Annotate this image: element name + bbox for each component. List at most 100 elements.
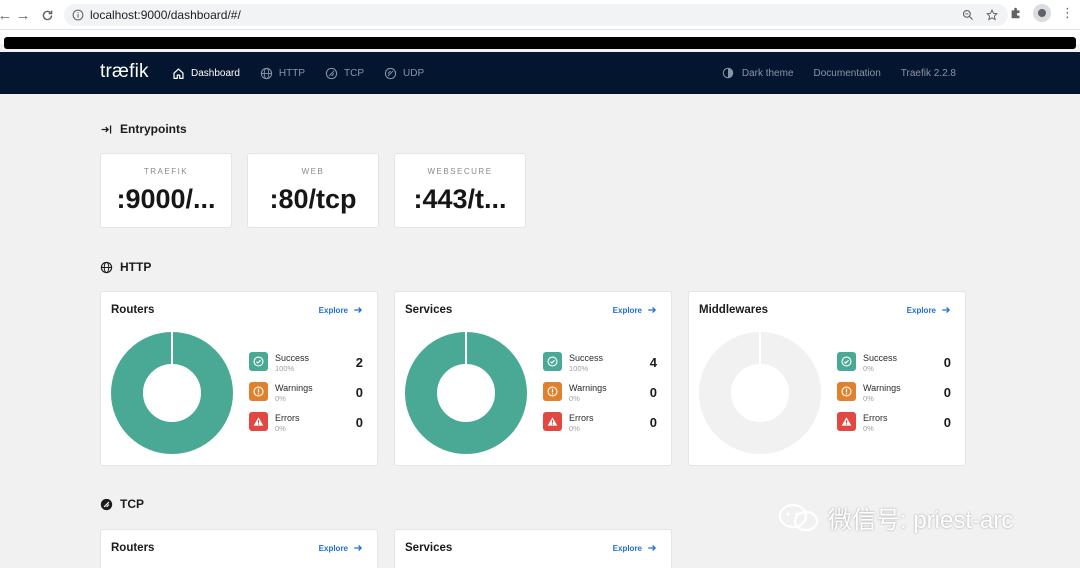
legend-percent: 0% xyxy=(863,394,874,403)
legend-label: Warnings xyxy=(569,383,607,393)
theme-icon xyxy=(722,67,734,79)
success-icon xyxy=(543,352,562,371)
explore-link[interactable]: Explore xyxy=(907,305,951,315)
entrypoint-name: WEB xyxy=(301,167,325,176)
legend-percent: 100% xyxy=(569,364,589,373)
legend-label: Warnings xyxy=(863,383,901,393)
extensions-icon[interactable] xyxy=(1009,6,1023,20)
legend-row-success: Success 0% 0 xyxy=(837,350,955,380)
legend-label: Errors xyxy=(569,413,594,423)
explore-label: Explore xyxy=(318,305,348,315)
legend-label: Warnings xyxy=(275,383,313,393)
globe-icon xyxy=(260,67,273,79)
entrypoint-card-web: WEB :80/tcp xyxy=(247,153,379,228)
legend-row-errors: Errors 0% 0 xyxy=(837,410,955,440)
legend-label: Errors xyxy=(863,413,888,423)
dark-theme-label: Dark theme xyxy=(741,67,794,79)
entrypoint-card-websecure: WEBSECURE :443/t... xyxy=(394,153,526,228)
http-heading: HTTP xyxy=(100,260,151,274)
address-bar[interactable]: localhost:9000/dashboard/#/ xyxy=(64,4,1008,26)
legend-row-warnings: Warnings 0% 0 xyxy=(837,380,955,410)
tcp-heading: TCP xyxy=(100,497,144,511)
traefik-logo[interactable]: træfik xyxy=(100,61,149,83)
entrypoint-name: WEBSECURE xyxy=(427,167,493,176)
explore-link[interactable]: Explore xyxy=(613,543,657,553)
errors-icon xyxy=(249,412,268,431)
errors-icon xyxy=(837,412,856,431)
card-title: Services xyxy=(405,542,453,554)
legend-percent: 0% xyxy=(863,424,874,433)
legend-count: 2 xyxy=(355,355,363,370)
entrypoint-name: TRAEFIK xyxy=(143,167,189,176)
explore-label: Explore xyxy=(906,305,936,315)
status-legend: Success 0% 0 Warnings 0% 0 Errors 0% 0 xyxy=(837,350,955,440)
nav-item-tcp[interactable]: TCP xyxy=(325,67,364,80)
nav-item-http[interactable]: HTTP xyxy=(260,67,305,80)
success-icon xyxy=(249,352,268,371)
warnings-icon xyxy=(543,382,562,401)
version-label: Traefik 2.2.8 xyxy=(900,67,956,79)
explore-link[interactable]: Explore xyxy=(319,305,363,315)
reload-icon[interactable] xyxy=(36,4,58,26)
arrow-right-icon xyxy=(942,307,951,313)
http-services-card: Services Explore Success 100% 4 Warnings 0% 0 Er… xyxy=(394,291,672,466)
nav-item-label: UDP xyxy=(403,67,425,79)
card-title: Routers xyxy=(111,542,155,554)
status-legend: Success 100% 4 Warnings 0% 0 Errors 0% 0 xyxy=(543,350,661,440)
zoom-icon[interactable] xyxy=(962,9,974,21)
legend-row-success: Success 100% 2 xyxy=(249,350,367,380)
errors-icon xyxy=(543,412,562,431)
info-icon[interactable] xyxy=(72,9,84,21)
arrow-right-icon xyxy=(648,545,657,551)
success-icon xyxy=(837,352,856,371)
arrow-right-icon xyxy=(354,545,363,551)
legend-count: 0 xyxy=(943,355,951,370)
nav-item-label: Dashboard xyxy=(191,67,240,79)
tcp-icon xyxy=(325,67,338,79)
tcp-icon xyxy=(100,498,113,510)
dark-theme-toggle[interactable]: Dark theme xyxy=(722,67,794,79)
entrypoint-address: :443/t... xyxy=(413,184,507,214)
tcp-routers-card: Routers Explore xyxy=(100,529,378,568)
entrypoints-title: Entrypoints xyxy=(120,122,187,136)
explore-label: Explore xyxy=(612,305,642,315)
star-icon[interactable] xyxy=(986,9,998,21)
status-legend: Success 100% 2 Warnings 0% 0 Errors 0% 0 xyxy=(249,350,367,440)
card-title: Routers xyxy=(111,304,155,316)
legend-count: 0 xyxy=(943,415,951,430)
redaction-bar xyxy=(4,37,1076,49)
legend-percent: 0% xyxy=(863,364,874,373)
explore-link[interactable]: Explore xyxy=(319,543,363,553)
legend-percent: 0% xyxy=(275,394,286,403)
nav-item-label: HTTP xyxy=(278,67,306,79)
arrow-right-icon xyxy=(354,307,363,313)
status-donut-chart xyxy=(111,332,233,454)
http-title: HTTP xyxy=(120,260,152,274)
tcp-title: TCP xyxy=(120,497,144,511)
entrypoint-card-traefik: TRAEFIK :9000/... xyxy=(100,153,232,228)
entrypoints-heading: Entrypoints xyxy=(100,122,187,136)
legend-percent: 100% xyxy=(275,364,295,373)
entrypoint-address: :9000/... xyxy=(116,184,216,214)
tcp-services-card: Services Explore xyxy=(394,529,672,568)
legend-percent: 0% xyxy=(275,424,286,433)
legend-count: 0 xyxy=(649,415,657,430)
documentation-link[interactable]: Documentation xyxy=(814,68,881,79)
http-routers-card: Routers Explore Success 100% 2 Warnings 0% 0 Err… xyxy=(100,291,378,466)
legend-count: 0 xyxy=(355,415,363,430)
explore-link[interactable]: Explore xyxy=(613,305,657,315)
legend-percent: 0% xyxy=(569,424,580,433)
legend-row-success: Success 100% 4 xyxy=(543,350,661,380)
menu-kebab-icon[interactable]: ⋮ xyxy=(1061,5,1074,21)
nav-item-udp[interactable]: UDP xyxy=(384,67,424,80)
status-donut-chart xyxy=(699,332,821,454)
legend-label: Success xyxy=(863,353,898,363)
explore-label: Explore xyxy=(612,543,642,553)
nav-item-dashboard[interactable]: Dashboard xyxy=(172,67,240,80)
browser-toolbar: ← → localhost:9000/dashboard/#/ ⋮ xyxy=(0,0,1080,30)
forward-arrow-icon[interactable]: → xyxy=(12,4,34,26)
legend-row-warnings: Warnings 0% 0 xyxy=(249,380,367,410)
legend-label: Errors xyxy=(275,413,300,423)
profile-avatar[interactable] xyxy=(1033,4,1051,22)
url-text[interactable]: localhost:9000/dashboard/#/ xyxy=(90,8,241,22)
